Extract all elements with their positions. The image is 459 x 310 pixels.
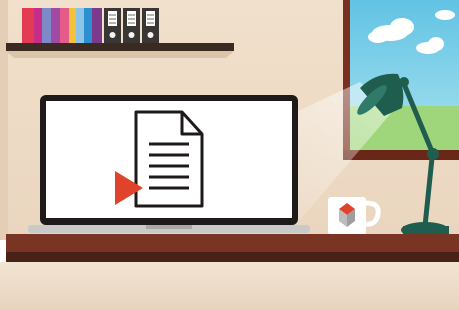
wall-left-shadow bbox=[0, 0, 8, 240]
books bbox=[22, 8, 102, 44]
shelf bbox=[6, 43, 234, 51]
desk-top bbox=[6, 234, 459, 252]
binders bbox=[104, 8, 159, 44]
desk-edge bbox=[6, 252, 459, 262]
document-icon bbox=[134, 110, 204, 208]
shelf-shadow bbox=[6, 51, 234, 58]
office-desk-scene bbox=[0, 0, 459, 310]
floor bbox=[0, 262, 459, 310]
